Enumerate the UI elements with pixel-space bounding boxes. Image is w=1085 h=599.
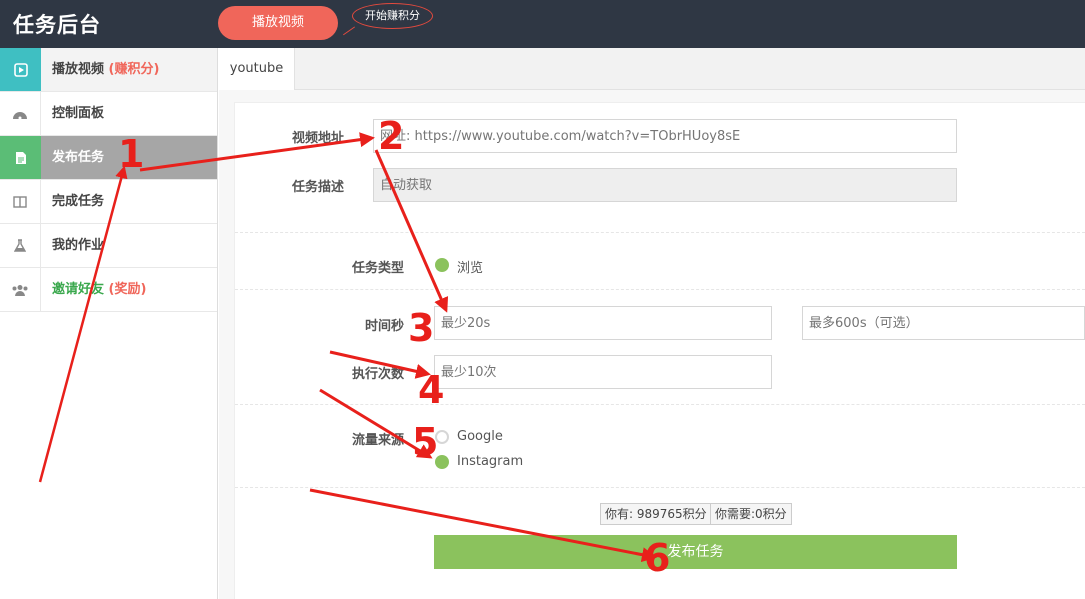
points-have-badge: 你有: 989765积分: [600, 503, 712, 525]
sidebar-item-publish-task[interactable]: 发布任务: [0, 136, 217, 180]
annotation-number: 3: [408, 306, 435, 350]
annotation-number: 4: [418, 368, 445, 412]
divider: [235, 487, 1085, 488]
tab-youtube[interactable]: youtube: [219, 48, 295, 90]
dashboard-icon: [0, 92, 41, 135]
traffic-source-label: 流量来源: [351, 433, 404, 448]
annotation-number: 1: [118, 132, 145, 176]
points-need-badge: 你需要:0积分: [710, 503, 792, 525]
sidebar-item-play-video[interactable]: 播放视频 (赚积分): [0, 48, 217, 92]
task-type-radio-browse[interactable]: [435, 258, 449, 272]
duration-max-input[interactable]: [802, 306, 1085, 340]
sidebar-item-invite-friends[interactable]: 邀请好友 (奖励): [0, 268, 217, 312]
divider: [235, 404, 1085, 405]
duration-min-input[interactable]: [434, 306, 772, 340]
annotation-number: 2: [378, 114, 405, 158]
sidebar-item-dashboard[interactable]: 控制面板: [0, 92, 217, 136]
sidebar-item-label: 播放视频 (赚积分): [52, 62, 160, 77]
sidebar-item-label: 控制面板: [52, 106, 105, 121]
annotation-number: 6: [644, 536, 671, 580]
duration-label: 时间秒: [364, 319, 404, 334]
top-bar: 任务后台 播放视频 开始赚积分: [0, 0, 1085, 48]
traffic-option-instagram: Instagram: [457, 454, 524, 469]
task-type-label: 任务类型: [351, 261, 404, 276]
tab-bar: [295, 48, 1085, 90]
exec-count-label: 执行次数: [351, 367, 404, 382]
play-icon: [0, 48, 41, 91]
divider: [235, 232, 1085, 233]
sidebar-item-label: 发布任务: [52, 150, 105, 165]
users-icon: [0, 268, 41, 311]
play-video-button[interactable]: 播放视频: [218, 6, 338, 40]
document-icon: [0, 136, 41, 179]
sidebar-item-label: 完成任务: [52, 194, 105, 209]
flask-icon: [0, 224, 41, 267]
earn-points-bubble: 开始赚积分: [352, 3, 433, 29]
video-url-input[interactable]: [373, 119, 957, 153]
sidebar-item-label: 我的作业: [52, 238, 105, 253]
description-label: 任务描述: [291, 180, 344, 195]
columns-icon: [0, 180, 41, 223]
publish-task-button[interactable]: 发布任务: [434, 535, 957, 569]
traffic-option-google: Google: [457, 429, 503, 444]
brand-title: 任务后台: [13, 13, 101, 37]
sidebar: 播放视频 (赚积分) 控制面板 发布任务 完成任务 我的作业 邀请好友 (奖励): [0, 48, 218, 599]
bubble-tail: [338, 20, 356, 36]
exec-count-input[interactable]: [434, 355, 772, 389]
annotation-number: 5: [412, 420, 439, 464]
description-input: [373, 168, 957, 202]
sidebar-item-complete-task[interactable]: 完成任务: [0, 180, 217, 224]
sidebar-item-label: 邀请好友 (奖励): [52, 282, 147, 297]
divider: [235, 289, 1085, 290]
task-type-option-label: 浏览: [457, 261, 484, 276]
video-url-label: 视频地址: [291, 131, 344, 146]
sidebar-item-my-homework[interactable]: 我的作业: [0, 224, 217, 268]
